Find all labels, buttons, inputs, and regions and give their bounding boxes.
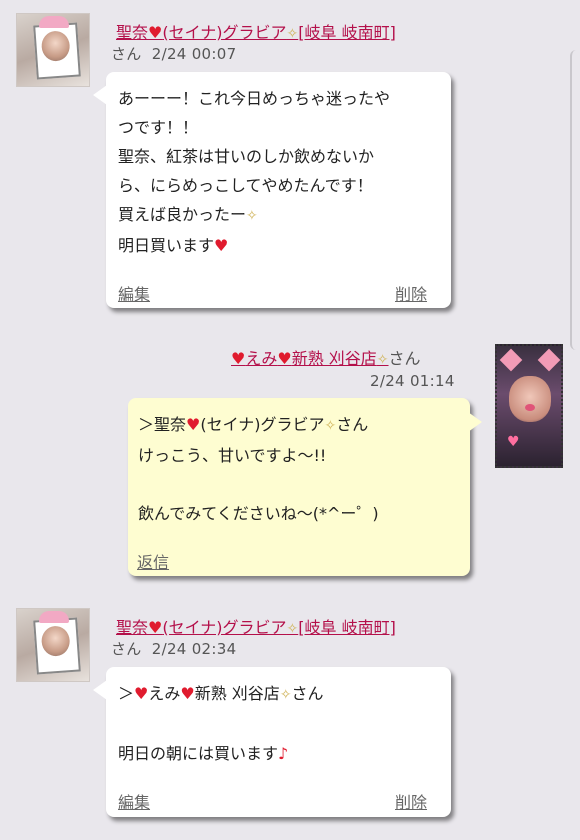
sender-name[interactable]: 聖奈♥(セイナ)グラビア✧[岐阜 岐南町]	[116, 19, 396, 43]
hat-decoration	[39, 16, 69, 28]
edit-link[interactable]: 編集	[118, 281, 150, 305]
ear-decoration	[537, 348, 561, 372]
message-meta: さん 2/24 00:07	[111, 45, 237, 63]
bubble-tail	[468, 412, 482, 432]
edit-link[interactable]: 編集	[118, 789, 150, 813]
sparkle-icon: ✧	[279, 687, 292, 703]
message-date: 2/24 01:14	[370, 372, 455, 390]
heart-icon: ♥	[180, 684, 195, 703]
avatar[interactable]	[16, 608, 90, 682]
heart-icon: ♥	[134, 684, 149, 703]
heart-icon: ♥	[277, 349, 292, 368]
ear-decoration	[499, 348, 523, 372]
photo-frame	[33, 22, 81, 80]
sender-name[interactable]: ♥えみ♥新熟 刈谷店✧さん	[231, 345, 421, 369]
heart-icon: ♥	[148, 618, 163, 637]
heart-icon: ♥	[507, 434, 520, 450]
message-text: あーーー！これ今日めっちゃ迷ったや つです！！ 聖奈、紅茶は甘いのしか飲めないか…	[118, 89, 391, 255]
photo-frame	[33, 617, 81, 675]
reply-link[interactable]: 返信	[137, 549, 169, 573]
heart-icon: ♥	[214, 236, 229, 255]
face-image	[40, 30, 71, 63]
bubble-tail	[93, 680, 107, 700]
hat-decoration	[39, 611, 69, 623]
sparkle-icon: ✧	[286, 621, 299, 637]
message-text: ＞♥えみ♥新熟 刈谷店✧さん 明日の朝には買います♪	[118, 684, 324, 763]
face-image	[509, 376, 551, 422]
heart-icon: ♥	[186, 415, 201, 434]
heart-icon: ♥	[148, 23, 163, 42]
sparkle-icon: ✧	[246, 208, 258, 224]
nose-decoration	[525, 404, 535, 411]
delete-link[interactable]: 削除	[395, 281, 427, 305]
message-text: ＞聖奈♥(セイナ)グラビア✧さん けっこう、甘いですよ～!! 飲んでみてください…	[138, 415, 379, 523]
scrollbar[interactable]	[570, 50, 580, 350]
music-note-icon: ♪	[278, 744, 289, 763]
face-image	[40, 625, 71, 658]
sparkle-icon: ✧	[324, 418, 337, 434]
bubble-tail	[93, 85, 107, 105]
avatar[interactable]	[16, 13, 90, 87]
avatar[interactable]: ♥	[495, 344, 563, 468]
delete-link[interactable]: 削除	[395, 789, 427, 813]
sparkle-icon: ✧	[286, 26, 299, 42]
sender-name[interactable]: 聖奈♥(セイナ)グラビア✧[岐阜 岐南町]	[116, 614, 396, 638]
heart-icon: ♥	[231, 349, 246, 368]
message-meta: さん 2/24 02:34	[111, 640, 237, 658]
sparkle-icon: ✧	[376, 352, 389, 368]
